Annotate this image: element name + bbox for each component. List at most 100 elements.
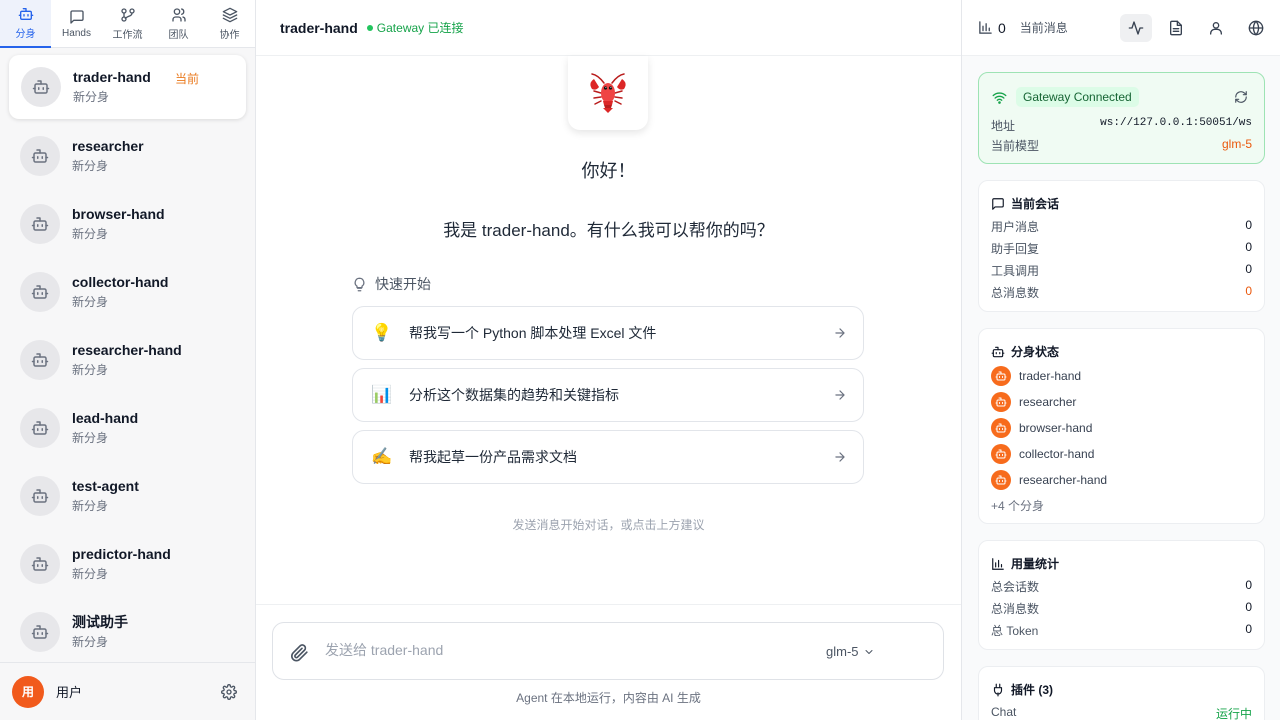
model-name: glm-5 [826,644,859,659]
message-input[interactable] [325,635,745,665]
bot-icon [995,475,1007,485]
agent-item[interactable]: predictor-hand 新分身 [0,530,255,598]
tab-label: 工作流 [112,30,143,41]
tab-hands[interactable]: Hands [51,0,102,48]
usage-header: 用量统计 [991,555,1059,572]
tab-team[interactable]: 团队 [153,0,204,48]
user-name: 用户 [56,685,83,700]
plug-icon [993,683,1003,696]
stat-value: 0 [1245,262,1252,276]
stat-row: 用户消息 0 [991,218,1252,235]
stat-row: 总消息数 0 [991,284,1252,301]
suggestion-card[interactable]: 📊 分析这个数据集的趋势和关键指标 [352,368,864,422]
agent-name: test-agent [72,478,139,494]
agent-status-panel: 分身状态 trader-hand researcher browser-hand co… [978,328,1265,524]
agent-status-avatar [991,444,1011,464]
agent-item[interactable]: collector-hand 新分身 [0,258,255,326]
quick-start: 快速开始 💡 帮我写一个 Python 脚本处理 Excel 文件 📊 分析这个数据集… [352,274,864,492]
avatar[interactable]: 用 [12,675,44,708]
agent-subtitle: 新分身 [72,431,109,445]
arrow-right-icon [833,388,847,402]
bot-icon [31,285,49,299]
tab-clones[interactable]: 分身 [0,0,51,48]
agent-status-item[interactable]: researcher [991,392,1076,412]
bar-chart-icon [979,21,992,34]
agent-status-item[interactable]: trader-hand [991,366,1081,386]
suggestion-card[interactable]: 💡 帮我写一个 Python 脚本处理 Excel 文件 [352,306,864,360]
agent-status-avatar [991,392,1011,412]
gear-icon [221,683,237,700]
agent-status-item[interactable]: browser-hand [991,418,1092,438]
document-icon [1170,20,1182,35]
suggestion-emoji: 📊 [371,385,393,404]
tab-collab[interactable]: 协作 [204,0,255,48]
agent-avatar [20,408,60,448]
bot-icon [31,625,49,639]
model-selector[interactable]: glm-5 [826,644,875,659]
agent-item[interactable]: trader-hand 新分身 当前 [9,55,246,119]
stat-value: 0 [1245,600,1252,614]
bot-icon [31,489,49,503]
gateway-address-row: 地址 ws://127.0.0.1:50051/ws [991,117,1252,134]
agent-item[interactable]: lead-hand 新分身 [0,394,255,462]
agent-name: 测试助手 [72,614,128,630]
message-count: 0 [998,19,1006,36]
agent-avatar [20,136,60,176]
bot-icon [31,421,49,435]
usage-title: 用量统计 [1011,557,1060,571]
lightbulb-icon [354,277,365,291]
profile-button[interactable] [1200,14,1232,42]
chevron-down-icon [865,649,873,654]
agent-status-item[interactable]: researcher-hand [991,470,1107,490]
stat-label: 助手回复 [991,242,1040,256]
model-label: 当前模型 [991,139,1040,153]
agent-name: collector-hand [72,274,169,290]
agent-status-avatar [991,366,1011,386]
agent-name: trader-hand [73,69,151,85]
agent-status-name: collector-hand [1019,447,1095,461]
agent-avatar [20,340,60,380]
agent-item[interactable]: researcher 新分身 [0,122,255,190]
suggestion-list: 💡 帮我写一个 Python 脚本处理 Excel 文件 📊 分析这个数据集的趋势和关… [352,306,864,484]
refresh-button[interactable] [1234,90,1248,104]
bot-icon [991,346,1005,357]
tab-workflow[interactable]: 工作流 [102,0,153,48]
bot-icon [31,149,49,163]
quick-start-header: 快速开始 [352,274,864,294]
paperclip-icon [291,644,308,662]
agent-item[interactable]: test-agent 新分身 [0,462,255,530]
team-icon [171,8,186,22]
document-button[interactable] [1160,14,1192,42]
arrow-right-icon [833,326,847,340]
plugins-header: 插件 (3) [991,681,1053,698]
lobster-logo [568,56,648,130]
settings-button[interactable] [221,683,237,700]
stat-label: 总 Token [991,624,1039,638]
suggestion-card[interactable]: ✍️ 帮我起草一份产品需求文档 [352,430,864,484]
stat-value: 0 [1245,578,1252,592]
agent-status-item[interactable]: collector-hand [991,444,1094,464]
stat-value: 0 [1245,240,1252,254]
agent-item[interactable]: researcher-hand 新分身 [0,326,255,394]
address-value: ws://127.0.0.1:50051/ws [1100,117,1252,129]
stat-value: 0 [1245,218,1252,232]
agent-avatar [20,476,60,516]
agent-item[interactable]: 测试助手 新分身 [0,598,255,662]
attach-button[interactable] [289,643,309,663]
composer: glm-5 Agent 在本地运行，内容由 AI 生成 [256,604,961,720]
agent-status-avatar [991,470,1011,490]
network-button[interactable] [1240,14,1272,42]
more-agents[interactable]: +4 个分身 [991,497,1044,514]
agent-subtitle: 新分身 [72,363,109,377]
intro-text: 我是 trader-hand。有什么我可以帮你的吗？ [443,221,774,240]
agent-text: researcher 新分身 [72,137,144,175]
activity-button[interactable] [1120,13,1152,42]
nav-tabs: 分身 Hands 工作流 团队 协作 [0,0,255,48]
agent-status-avatar [991,418,1011,438]
refresh-icon [1235,91,1247,103]
agent-item[interactable]: browser-hand 新分身 [0,190,255,258]
agent-subtitle: 新分身 [72,499,109,513]
bot-icon [995,449,1007,459]
chat-title: trader-hand [280,19,358,36]
stat-label: 总消息数 [991,602,1040,616]
